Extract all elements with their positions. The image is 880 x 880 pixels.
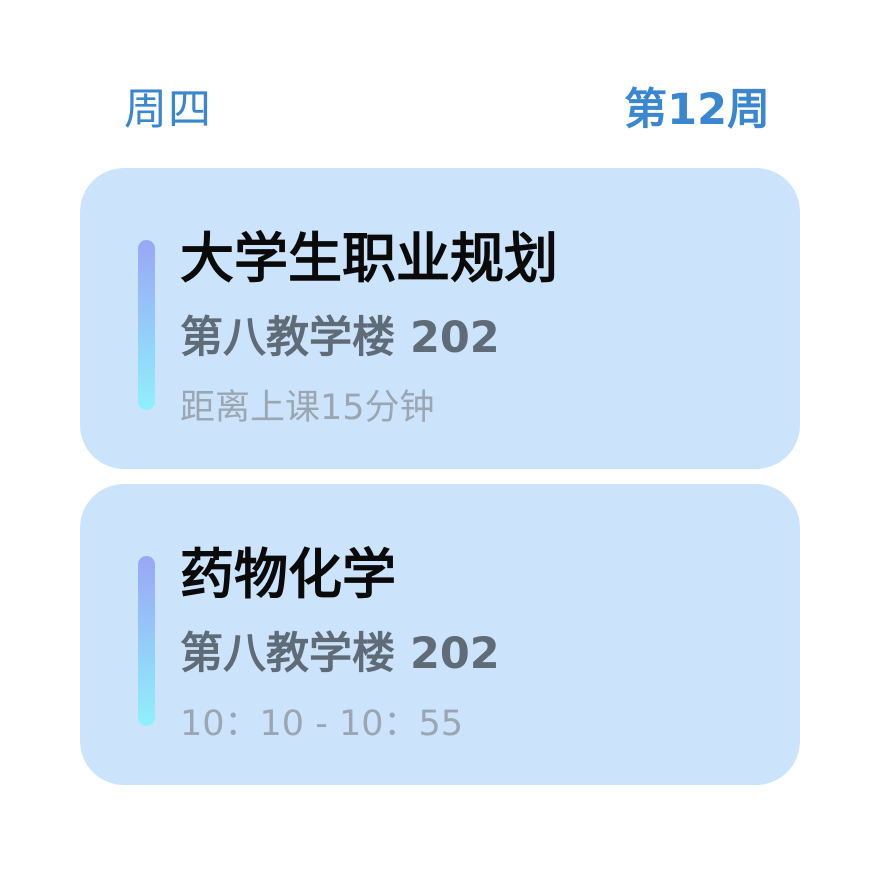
course-card-1[interactable]: 大学生职业规划 第八教学楼 202 距离上课15分钟	[80, 168, 800, 469]
week-number-label: 第12周	[624, 85, 770, 135]
course-accent-bar	[138, 240, 155, 410]
course-card-2[interactable]: 药物化学 第八教学楼 202 10：10 - 10：55	[80, 484, 800, 785]
weekday-label: 周四	[124, 85, 212, 135]
course-schedule-widget: 周四 第12周 大学生职业规划 第八教学楼 202 距离上课15分钟 药物化学 …	[0, 0, 880, 880]
course-location: 第八教学楼 202	[180, 313, 500, 363]
course-location: 第八教学楼 202	[180, 629, 500, 679]
course-name: 药物化学	[180, 543, 396, 606]
widget-header: 周四 第12周	[124, 78, 770, 135]
course-countdown: 距离上课15分钟	[180, 388, 435, 428]
course-name: 大学生职业规划	[180, 227, 558, 290]
course-accent-bar	[138, 556, 155, 726]
course-time: 10：10 - 10：55	[180, 704, 464, 744]
